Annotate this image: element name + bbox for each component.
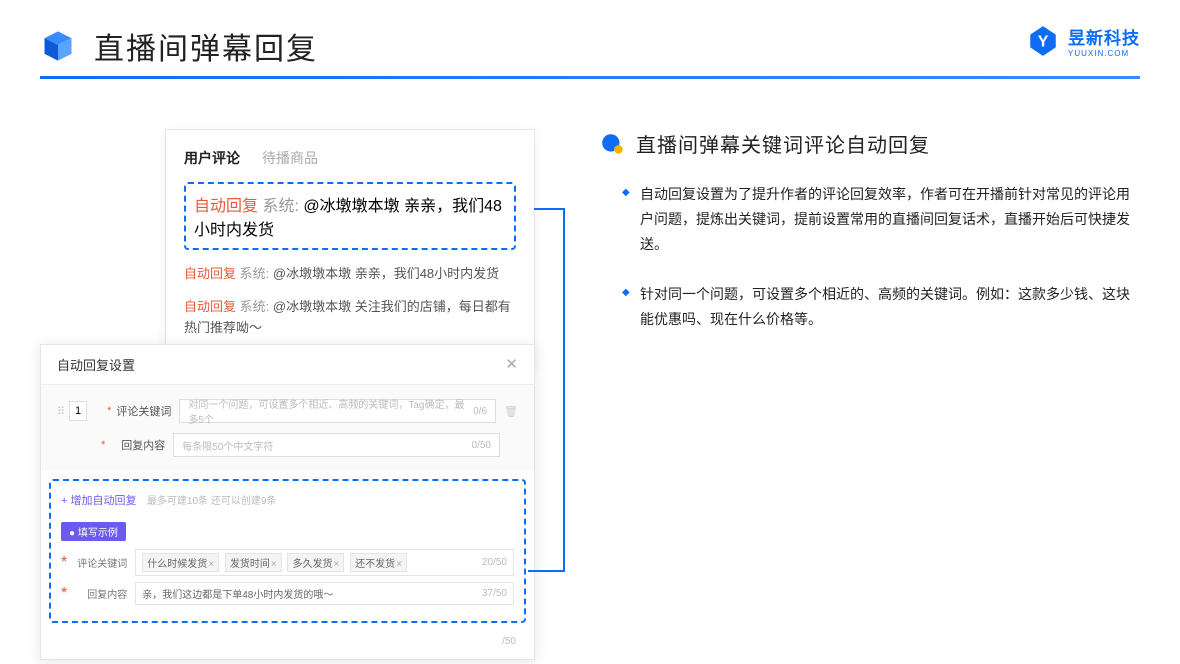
section-title: 直播间弹幕关键词评论自动回复 [636, 129, 930, 158]
cube-icon [40, 28, 76, 64]
tag-chip[interactable]: 还不发货× [350, 553, 407, 572]
example-keyword-label: 评论关键词 [71, 555, 127, 570]
logo-icon: Y [1026, 24, 1060, 58]
row-number: 1 [69, 401, 87, 421]
comment-text: @冰墩墩本墩 亲亲，我们48小时内发货 [273, 266, 499, 281]
system-label: 系统: [262, 198, 298, 215]
example-content-row: * 回复内容 亲，我们这边都是下单48小时内发货的哦～ 37/50 [61, 582, 514, 605]
example-keyword-input[interactable]: 什么时候发货× 发货时间× 多久发货× 还不发货× 20/50 [135, 549, 514, 576]
example-content-count: 37/50 [482, 588, 507, 599]
required-star: * [107, 405, 111, 417]
tab-pending-products[interactable]: 待播商品 [262, 148, 318, 168]
auto-reply-tag: 自动回复 [184, 299, 236, 314]
trash-icon[interactable]: 🗑 [504, 405, 518, 418]
tag-chip[interactable]: 什么时候发货× [142, 553, 219, 572]
system-label: 系统: [240, 266, 270, 281]
auto-reply-modal: 自动回复设置 ✕ ⠿ 1 * 评论关键词 对同一个问题，可设置多个相近、高频的关… [40, 344, 535, 660]
chat-bubble-icon [600, 131, 626, 157]
required-star: * [61, 554, 67, 572]
svg-text:Y: Y [1038, 33, 1049, 50]
bullet-item: 针对同一个问题，可设置多个相近的、高频的关键词。例如：这款多少钱、这块能优惠吗、… [622, 282, 1140, 332]
required-star: * [61, 585, 67, 603]
example-content-label: 回复内容 [71, 586, 127, 601]
comment-row: 自动回复 系统: @冰墩墩本墩 关注我们的店铺，每日都有热门推荐呦～ [184, 297, 516, 339]
example-content-input[interactable]: 亲，我们这边都是下单48小时内发货的哦～ 37/50 [135, 582, 514, 605]
logo-text: 昱新科技 [1068, 29, 1140, 48]
content-count: 0/50 [472, 440, 491, 451]
brand-logo: Y 昱新科技 YUUXIN.COM [1026, 24, 1140, 58]
system-label: 系统: [240, 299, 270, 314]
highlighted-comment: 自动回复 系统: @冰墩墩本墩 亲亲，我们48小时内发货 [184, 182, 516, 250]
comment-row: 自动回复 系统: @冰墩墩本墩 亲亲，我们48小时内发货 [184, 264, 516, 285]
section-title-row: 直播间弹幕关键词评论自动回复 [600, 129, 1140, 158]
description-column: 直播间弹幕关键词评论自动回复 自动回复设置为了提升作者的评论回复效率，作者可在开… [560, 129, 1140, 356]
page-title: 直播间弹幕回复 [94, 24, 318, 68]
page-header: 直播间弹幕回复 Y 昱新科技 YUUXIN.COM [0, 0, 1180, 76]
tail-count: /50 [502, 636, 516, 647]
bullet-item: 自动回复设置为了提升作者的评论回复效率，作者可在开播前针对常见的评论用户问题，提… [622, 182, 1140, 258]
example-keyword-count: 20/50 [482, 557, 507, 568]
logo-subtext: YUUXIN.COM [1068, 49, 1140, 58]
screenshot-column: 用户评论 待播商品 自动回复 系统: @冰墩墩本墩 亲亲，我们48小时内发货 自… [40, 129, 560, 356]
content-label: 回复内容 [109, 437, 165, 453]
example-keyword-row: * 评论关键词 什么时候发货× 发货时间× 多久发货× 还不发货× 20/50 [61, 549, 514, 576]
keyword-input[interactable]: 对同一个问题，可设置多个相近、高频的关键词，Tag确定，最多5个 0/6 [179, 399, 496, 423]
auto-reply-tag: 自动回复 [184, 266, 236, 281]
keyword-count: 0/6 [473, 406, 487, 417]
tab-user-comments[interactable]: 用户评论 [184, 148, 240, 168]
tag-chip[interactable]: 多久发货× [287, 553, 344, 572]
drag-handle-icon[interactable]: ⠿ [57, 405, 65, 418]
content-input[interactable]: 每条限50个中文字符 0/50 [173, 433, 500, 457]
comment-tabs: 用户评论 待播商品 [184, 148, 516, 168]
keyword-field-row: ⠿ 1 * 评论关键词 对同一个问题，可设置多个相近、高频的关键词，Tag确定，… [57, 399, 518, 423]
example-content-text: 亲，我们这边都是下单48小时内发货的哦～ [142, 586, 333, 601]
modal-header: 自动回复设置 ✕ [41, 345, 534, 385]
keyword-placeholder: 对同一个问题，可设置多个相近、高频的关键词，Tag确定，最多5个 [188, 396, 473, 426]
auto-reply-tag: 自动回复 [194, 198, 258, 215]
modal-body: ⠿ 1 * 评论关键词 对同一个问题，可设置多个相近、高频的关键词，Tag确定，… [41, 385, 534, 471]
close-icon[interactable]: ✕ [505, 355, 518, 374]
add-auto-reply-link[interactable]: + 增加自动回复 [61, 492, 136, 508]
example-badge: ● 填写示例 [61, 522, 126, 541]
comment-panel: 用户评论 待播商品 自动回复 系统: @冰墩墩本墩 亲亲，我们48小时内发货 自… [165, 129, 535, 369]
bullet-list: 自动回复设置为了提升作者的评论回复效率，作者可在开播前针对常见的评论用户问题，提… [600, 182, 1140, 332]
tag-chip[interactable]: 发货时间× [225, 553, 282, 572]
modal-title: 自动回复设置 [57, 355, 135, 374]
content-placeholder: 每条限50个中文字符 [182, 438, 273, 453]
example-section: + 增加自动回复 最多可建10条 还可以创建9条 ● 填写示例 * 评论关键词 … [49, 479, 526, 623]
content-field-row: * 回复内容 每条限50个中文字符 0/50 [57, 433, 518, 457]
required-star: * [101, 439, 105, 451]
keyword-label: 评论关键词 [115, 403, 171, 419]
add-help-text: 最多可建10条 还可以创建9条 [147, 496, 276, 507]
